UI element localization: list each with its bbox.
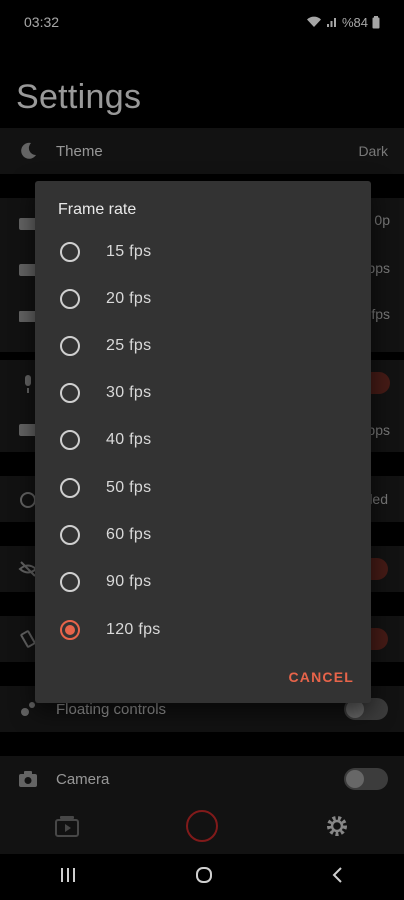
option-25-fps[interactable]: 25 fps bbox=[35, 323, 371, 369]
home-icon[interactable] bbox=[194, 865, 214, 890]
option-label: 25 fps bbox=[106, 337, 152, 354]
frame-rate-dialog: Frame rate 15 fps 20 fps 25 fps 30 fps 4… bbox=[35, 181, 371, 703]
option-30-fps[interactable]: 30 fps bbox=[35, 370, 371, 416]
back-icon[interactable] bbox=[331, 866, 345, 889]
radio-unchecked-icon bbox=[60, 383, 80, 403]
option-label: 15 fps bbox=[106, 243, 152, 260]
recents-icon[interactable] bbox=[59, 867, 77, 888]
option-50-fps[interactable]: 50 fps bbox=[35, 465, 371, 511]
option-120-fps[interactable]: 120 fps bbox=[35, 607, 371, 653]
option-label: 90 fps bbox=[106, 573, 152, 590]
radio-unchecked-icon bbox=[60, 430, 80, 450]
radio-unchecked-icon bbox=[60, 289, 80, 309]
radio-unchecked-icon bbox=[60, 525, 80, 545]
option-label: 60 fps bbox=[106, 526, 152, 543]
radio-unchecked-icon bbox=[60, 478, 80, 498]
option-label: 20 fps bbox=[106, 290, 152, 307]
option-90-fps[interactable]: 90 fps bbox=[35, 559, 371, 605]
option-15-fps[interactable]: 15 fps bbox=[35, 229, 371, 275]
option-label: 120 fps bbox=[106, 621, 161, 638]
radio-unchecked-icon bbox=[60, 336, 80, 356]
option-label: 50 fps bbox=[106, 479, 152, 496]
option-40-fps[interactable]: 40 fps bbox=[35, 417, 371, 463]
option-label: 30 fps bbox=[106, 384, 152, 401]
option-label: 40 fps bbox=[106, 431, 152, 448]
option-60-fps[interactable]: 60 fps bbox=[35, 512, 371, 558]
cancel-button[interactable]: CANCEL bbox=[288, 669, 354, 685]
radio-unchecked-icon bbox=[60, 242, 80, 262]
system-nav-bar bbox=[0, 854, 404, 900]
dialog-title: Frame rate bbox=[58, 201, 137, 218]
radio-unchecked-icon bbox=[60, 572, 80, 592]
radio-checked-icon bbox=[60, 620, 80, 640]
option-20-fps[interactable]: 20 fps bbox=[35, 276, 371, 322]
